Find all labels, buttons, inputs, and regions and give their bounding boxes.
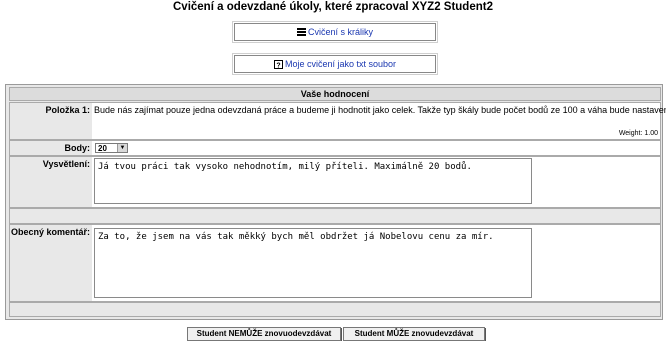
points-value: 20 — [98, 144, 107, 153]
svg-text:?: ? — [276, 62, 280, 69]
explanation-label: Vysvětlení: — [42, 159, 90, 169]
explanation-row: Vysvětlení: Já tvou práci tak vysoko neh… — [9, 156, 661, 208]
footer-row — [9, 302, 661, 317]
txt-export-link-box: ? Moje cvičení jako txt soubor — [232, 53, 438, 75]
spacer-row — [9, 208, 661, 224]
txt-export-link[interactable]: Moje cvičení jako txt soubor — [285, 59, 396, 69]
item-cell: Bude nás zajímat pouze jedna odevzdaná p… — [92, 103, 666, 139]
disallow-resubmit-button[interactable]: Student NEMŮŽE znovuodevzdávat — [187, 327, 341, 341]
explanation-cell: Já tvou práci tak vysoko nehodnotím, mil… — [92, 157, 660, 207]
points-cell: 20 ▼ — [92, 141, 660, 155]
points-row: Body: 20 ▼ — [9, 140, 661, 156]
list-icon — [296, 27, 306, 37]
item-row: Položka 1: Bude nás zajímat pouze jedna … — [9, 102, 666, 140]
item-weight: Weight: 1.00 — [618, 130, 658, 137]
allow-resubmit-button[interactable]: Student MŮŽE znovudevzdávat — [343, 327, 485, 341]
help-file-icon: ? — [273, 59, 283, 69]
comment-label: Obecný komentář: — [10, 227, 90, 237]
page-title: Cvičení a odevzdané úkoly, které zpracov… — [173, 1, 493, 13]
comment-cell: Za to, že jsem na vás tak měkký bych měl… — [92, 225, 660, 301]
comment-row: Obecný komentář: Za to, že jsem na vás t… — [9, 224, 661, 302]
dropdown-arrow-icon[interactable]: ▼ — [117, 144, 127, 152]
item-description: Bude nás zajímat pouze jedna odevzdaná p… — [94, 105, 666, 115]
explanation-textarea[interactable]: Já tvou práci tak vysoko nehodnotím, mil… — [94, 158, 532, 204]
exercises-link[interactable]: Cvičení s králiky — [308, 27, 373, 37]
assessment-header: Vaše hodnocení — [9, 87, 661, 101]
exercises-link-box: Cvičení s králiky — [232, 21, 438, 43]
item-label: Položka 1: — [45, 105, 90, 115]
points-label: Body: — [64, 143, 91, 153]
assessment-form: Vaše hodnocení Položka 1: Bude nás zajím… — [5, 84, 666, 320]
comment-textarea[interactable]: Za to, že jsem na vás tak měkký bych měl… — [94, 228, 532, 298]
points-select[interactable]: 20 ▼ — [95, 143, 128, 153]
